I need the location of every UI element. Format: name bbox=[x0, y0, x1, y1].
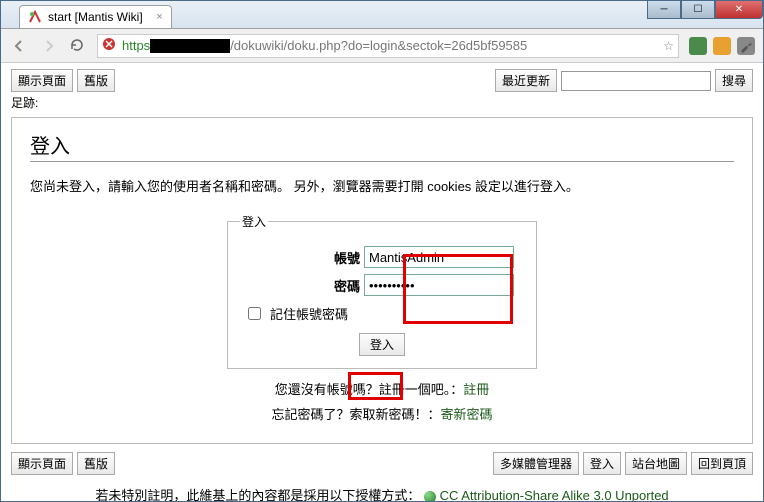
tab-title: start [Mantis Wiki] bbox=[48, 10, 143, 24]
page-content-scroll[interactable]: 顯示頁面 舊版 最近更新 搜尋 足跡: 登入 您尚未登入，請輸入您的使用者名稱和… bbox=[1, 63, 763, 501]
search-button[interactable]: 搜尋 bbox=[715, 69, 753, 92]
address-bar: https/dokuwiki/doku.php?do=login&sectok=… bbox=[1, 29, 763, 63]
top-toolbar: 顯示頁面 舊版 最近更新 搜尋 bbox=[11, 69, 753, 92]
breadcrumb: 足跡: bbox=[11, 94, 753, 111]
old-versions-button[interactable]: 舊版 bbox=[77, 69, 115, 92]
minimize-button[interactable]: ─ bbox=[647, 1, 681, 19]
show-page-button[interactable]: 顯示頁面 bbox=[11, 69, 73, 92]
extension-icons bbox=[689, 37, 755, 55]
window-controls: ─ ☐ ✕ bbox=[647, 1, 763, 19]
password-label: 密碼 bbox=[250, 276, 360, 295]
footer-license: 若未特別註明，此維基上的內容都是採用以下授權方式： CC Attribution… bbox=[11, 485, 753, 501]
globe-icon bbox=[424, 491, 436, 501]
account-label: 帳號 bbox=[250, 248, 360, 267]
back-button[interactable] bbox=[9, 36, 29, 56]
bookmark-star-icon[interactable]: ☆ bbox=[663, 39, 674, 53]
login-submit-button[interactable]: 登入 bbox=[359, 333, 405, 356]
recent-update-button[interactable]: 最近更新 bbox=[495, 69, 557, 92]
forward-button[interactable] bbox=[39, 36, 59, 56]
maximize-button[interactable]: ☐ bbox=[681, 1, 715, 19]
login-form: 登入 帳號 密碼 記住帳號密碼 bbox=[227, 213, 537, 369]
extension-icon[interactable] bbox=[713, 37, 731, 55]
main-content-box: 登入 您尚未登入，請輸入您的使用者名稱和密碼。 另外，瀏覽器需要打開 cooki… bbox=[11, 117, 753, 444]
url-input[interactable]: https/dokuwiki/doku.php?do=login&sectok=… bbox=[97, 34, 679, 58]
evernote-extension-icon[interactable] bbox=[689, 37, 707, 55]
register-link[interactable]: 註冊 bbox=[463, 382, 489, 397]
browser-window: start [Mantis Wiki] × ─ ☐ ✕ https/dokuwi… bbox=[0, 0, 764, 502]
forgot-password-link[interactable]: 寄新密碼 bbox=[441, 407, 493, 422]
close-tab-icon[interactable]: × bbox=[156, 11, 162, 23]
favicon-icon bbox=[28, 10, 42, 24]
search-input[interactable] bbox=[561, 71, 711, 91]
remember-label: 記住帳號密碼 bbox=[270, 304, 348, 323]
wrench-menu-icon[interactable] bbox=[737, 37, 755, 55]
login-legend: 登入 bbox=[240, 213, 268, 230]
ssl-warning-icon bbox=[102, 37, 116, 54]
media-manager-button[interactable]: 多媒體管理器 bbox=[493, 452, 579, 475]
register-line: 您還沒有帳號嗎？註冊一個吧。：註冊 bbox=[30, 379, 734, 398]
browser-tab[interactable]: start [Mantis Wiki] × bbox=[19, 5, 172, 28]
license-link[interactable]: CC Attribution-Share Alike 3.0 Unported bbox=[440, 488, 669, 501]
url-text: https/dokuwiki/doku.php?do=login&sectok=… bbox=[122, 38, 527, 54]
redacted-host bbox=[150, 39, 230, 53]
account-input[interactable] bbox=[364, 246, 514, 268]
show-page-button-bottom[interactable]: 顯示頁面 bbox=[11, 452, 73, 475]
page-title: 登入 bbox=[30, 130, 734, 162]
reload-button[interactable] bbox=[69, 37, 87, 55]
back-to-top-button[interactable]: 回到頁頂 bbox=[691, 452, 753, 475]
forgot-line: 忘記密碼了？索取新密碼！：寄新密碼 bbox=[30, 404, 734, 423]
close-window-button[interactable]: ✕ bbox=[715, 1, 763, 19]
bottom-toolbar: 顯示頁面 舊版 多媒體管理器 登入 站台地圖 回到頁頂 bbox=[11, 452, 753, 475]
remember-checkbox[interactable] bbox=[248, 307, 261, 320]
old-versions-button-bottom[interactable]: 舊版 bbox=[77, 452, 115, 475]
login-button-bottom[interactable]: 登入 bbox=[583, 452, 621, 475]
login-description: 您尚未登入，請輸入您的使用者名稱和密碼。 另外，瀏覽器需要打開 cookies … bbox=[30, 176, 734, 195]
window-titlebar: start [Mantis Wiki] × ─ ☐ ✕ bbox=[1, 1, 763, 29]
password-input[interactable] bbox=[364, 274, 514, 296]
sitemap-button[interactable]: 站台地圖 bbox=[625, 452, 687, 475]
